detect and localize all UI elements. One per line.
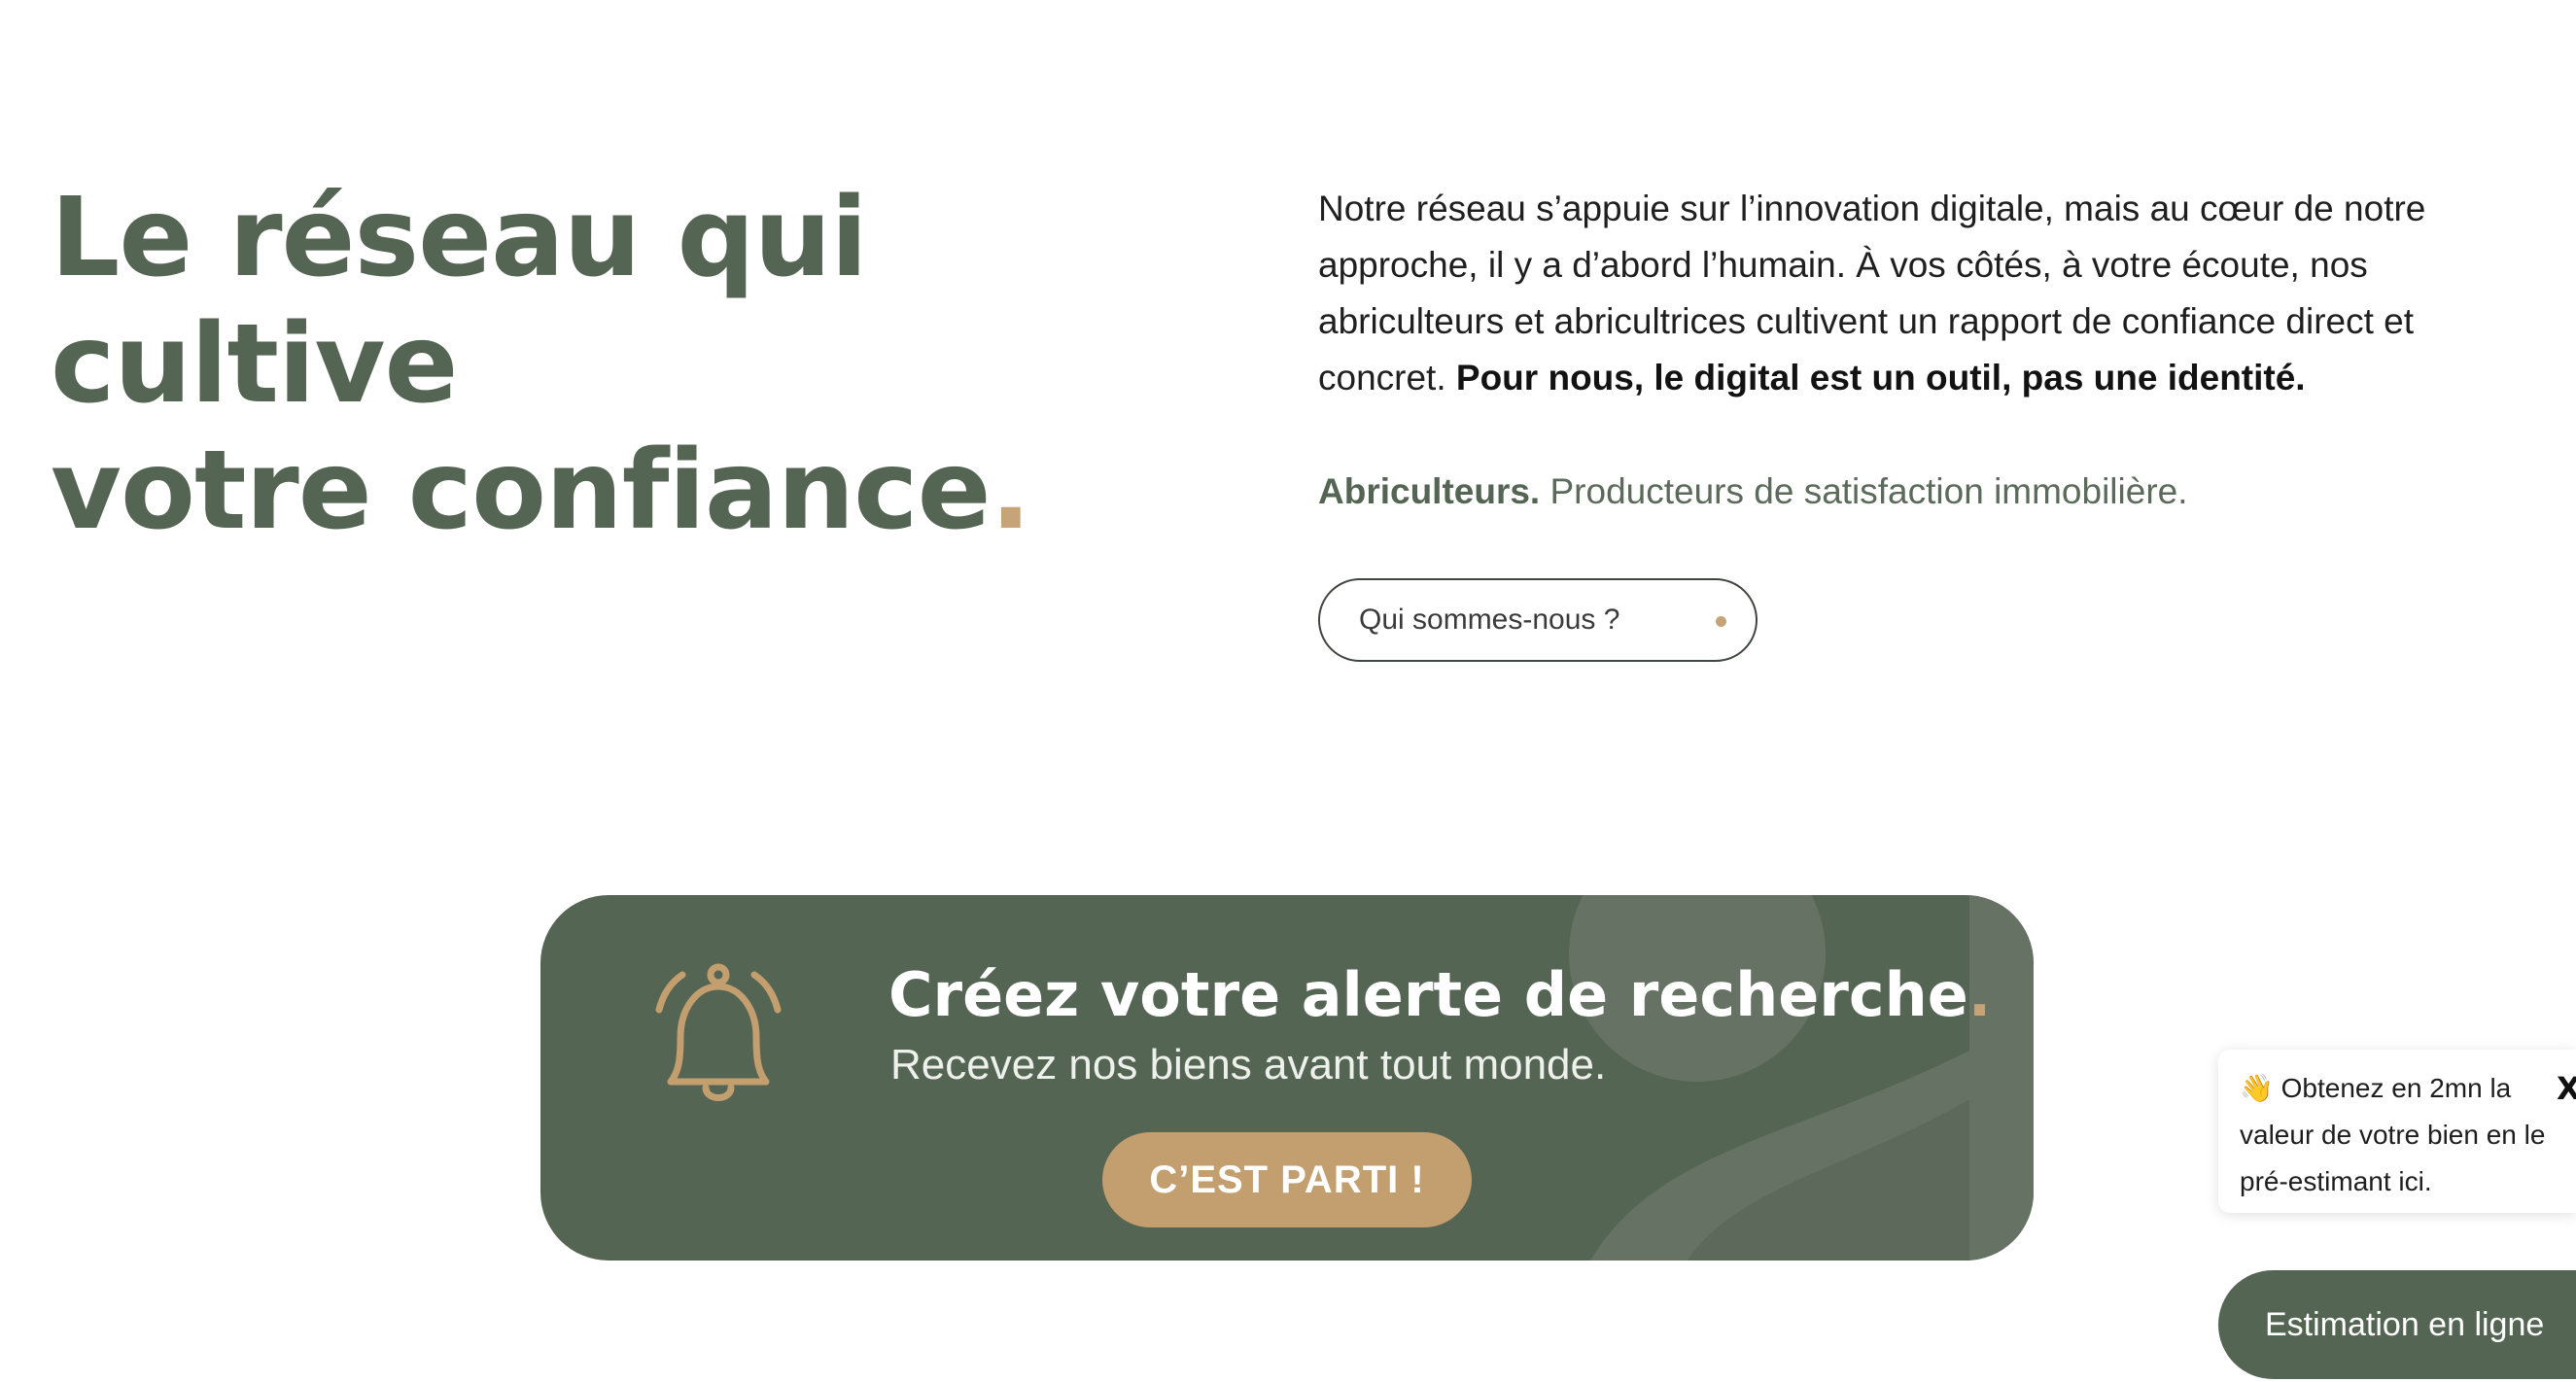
hero-title-line2: votre confiance [51,428,992,554]
estimate-popup[interactable]: 👋 Obtenez en 2mn la valeur de votre bien… [2218,1050,2576,1213]
create-alert-button[interactable]: C’EST PARTI ! [1102,1132,1472,1227]
button-dot-icon [1716,616,1726,627]
alert-title: Créez votre alerte de recherche. [888,959,1991,1031]
alert-subtitle: Recevez nos biens avant tout monde. [890,1041,1607,1088]
close-icon[interactable]: X [2557,1069,2576,1108]
bell-icon [655,963,782,1101]
hero-title: Le réseau qui cultive votre confiance. [51,175,1217,554]
hero-title-line1: Le réseau qui cultive [51,175,868,428]
about-us-label: Qui sommes-nous ? [1359,604,1620,636]
tagline-text: Producteurs de satisfaction immobilière. [1540,471,2188,511]
popup-line-2: valeur de votre bien en le [2240,1120,2546,1150]
title-accent-dot: . [990,428,1032,554]
tagline-bold: Abriculteurs. [1318,471,1541,511]
about-us-button[interactable]: Qui sommes-nous ? [1318,578,1758,662]
intro-paragraph: Notre réseau s’appuie sur l’innovation d… [1318,181,2504,406]
tagline: Abriculteurs. Producteurs de satisfactio… [1318,465,2188,519]
online-estimate-button[interactable]: Estimation en ligne [2218,1270,2576,1379]
intro-bold-text: Pour nous, le digital est un outil, pas … [1455,358,2306,397]
online-estimate-label: Estimation en ligne [2265,1305,2545,1343]
popup-line-1: Obtenez en 2mn la [2280,1073,2512,1103]
alert-title-text: Créez votre alerte de recherche [888,959,1968,1030]
popup-line-3: pré-estimant ici. [2240,1166,2432,1196]
wave-icon: 👋 [2240,1073,2274,1103]
search-alert-banner: Créez votre alerte de recherche. Recevez… [540,895,2034,1261]
alert-title-dot: . [1967,959,1992,1030]
estimate-popup-text: 👋 Obtenez en 2mn la valeur de votre bien… [2240,1065,2576,1205]
